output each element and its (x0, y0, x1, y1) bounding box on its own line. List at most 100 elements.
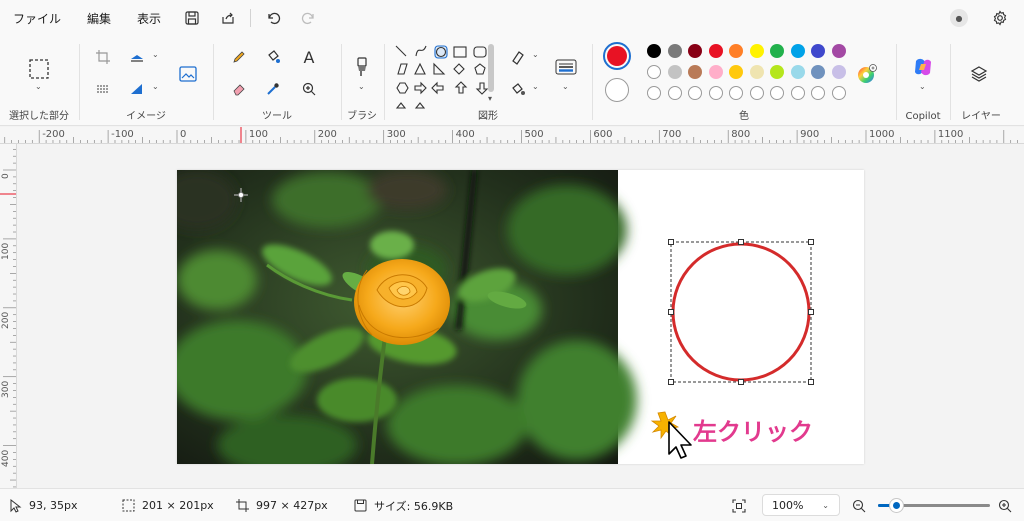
shapes-scrollbar[interactable] (488, 44, 494, 92)
palette-color-swatch[interactable] (647, 44, 661, 58)
fill-bucket-icon[interactable] (262, 46, 284, 68)
color-picker-icon[interactable] (262, 78, 284, 100)
group-layers[interactable]: レイヤー (951, 36, 1011, 126)
custom-color-slot[interactable] (811, 86, 825, 100)
line-size-chevron-down-icon[interactable]: ⌄ (562, 82, 569, 91)
zoom-slider-thumb[interactable] (889, 499, 903, 512)
crop-icon[interactable] (92, 46, 114, 68)
rotate-flip-icon[interactable] (126, 78, 148, 100)
primary-color-button[interactable] (603, 42, 631, 70)
menu-file[interactable]: ファイル (0, 0, 74, 36)
copilot-icon[interactable] (909, 54, 937, 80)
zoom-dropdown[interactable]: 100% ⌄ (762, 494, 840, 516)
layers-icon[interactable] (967, 62, 991, 86)
selection-chevron-down-icon[interactable]: ⌄ (35, 82, 42, 91)
outline-chevron-down-icon[interactable]: ⌄ (532, 50, 539, 59)
custom-color-slot[interactable] (708, 86, 723, 100)
circle-shape[interactable] (671, 242, 811, 382)
brush-chevron-down-icon[interactable]: ⌄ (358, 82, 365, 91)
palette-color-swatch[interactable] (811, 65, 825, 79)
shapes-gallery[interactable] (391, 42, 491, 112)
palette-color-swatch[interactable] (688, 44, 702, 58)
workspace[interactable]: 左クリック (17, 144, 1024, 488)
group-label-shapes: 図形 (478, 111, 498, 122)
selection-box[interactable] (668, 239, 814, 385)
palette-color-swatch[interactable] (708, 65, 723, 79)
zoom-slider[interactable] (878, 499, 990, 512)
fill-chevron-down-icon[interactable]: ⌄ (532, 82, 539, 91)
custom-color-slot[interactable] (831, 86, 846, 100)
magnifier-icon[interactable] (298, 78, 320, 100)
rect-select-icon[interactable] (26, 56, 52, 82)
custom-color-slot[interactable] (770, 86, 784, 100)
share-icon[interactable] (210, 0, 246, 36)
canvas-content[interactable]: 左クリック (177, 170, 864, 464)
redo-icon[interactable] (291, 0, 327, 36)
pencil-icon[interactable] (228, 46, 250, 68)
undo-icon[interactable] (255, 0, 291, 36)
palette-color-swatch[interactable] (811, 44, 825, 58)
zoom-chevron-down-icon: ⌄ (822, 501, 829, 510)
shape-fill-icon[interactable] (507, 78, 529, 100)
selection-size: 201 × 201px (122, 489, 214, 521)
shapes-scroll-down-icon[interactable]: ▾ (488, 94, 492, 103)
palette-color-swatch[interactable] (667, 44, 682, 58)
palette-color-swatch[interactable] (647, 65, 661, 79)
group-label-brushes: ブラシ (347, 111, 377, 122)
palette-color-swatch[interactable] (790, 65, 805, 79)
custom-color-slot[interactable] (688, 86, 702, 100)
edit-colors-icon[interactable] (855, 62, 879, 86)
menu-edit[interactable]: 編集 (74, 0, 124, 36)
fit-to-window-icon[interactable] (732, 489, 746, 521)
palette-color-swatch[interactable] (831, 65, 846, 79)
ruler-label: 1000 (869, 129, 895, 140)
palette-color-swatch[interactable] (667, 65, 682, 79)
custom-color-slot[interactable] (647, 86, 661, 100)
palette-color-swatch[interactable] (749, 44, 764, 58)
settings-gear-icon[interactable] (982, 0, 1018, 36)
rotate-chevron-down-icon[interactable]: ⌄ (152, 82, 159, 91)
custom-color-slot[interactable] (667, 86, 682, 100)
ruler-label: 900 (800, 129, 820, 140)
palette-color-swatch[interactable] (749, 65, 764, 79)
resize-chevron-down-icon[interactable]: ⌄ (152, 50, 159, 59)
secondary-color-button[interactable] (605, 78, 629, 102)
canvas-size-icon (236, 499, 249, 512)
copilot-chevron-down-icon[interactable]: ⌄ (919, 82, 926, 91)
line-size-icon[interactable] (553, 56, 579, 78)
resize-handle (668, 379, 674, 385)
text-tool-icon[interactable]: A (298, 46, 320, 68)
custom-color-slot[interactable] (729, 86, 743, 100)
palette-color-swatch[interactable] (729, 65, 743, 79)
zoom-out-icon[interactable] (852, 489, 866, 521)
palette-color-swatch[interactable] (770, 44, 784, 58)
palette-color-swatch[interactable] (790, 44, 805, 58)
disk-icon (354, 499, 367, 512)
ruler-label: 1100 (937, 129, 964, 140)
palette-color-swatch[interactable] (688, 65, 702, 79)
selection-size-value: 201 × 201px (142, 499, 214, 512)
palette-color-swatch[interactable] (770, 65, 784, 79)
menu-view[interactable]: 表示 (124, 0, 174, 36)
eraser-icon[interactable] (228, 78, 250, 100)
account-avatar-icon[interactable]: ● (950, 9, 968, 27)
palette-color-swatch[interactable] (729, 44, 743, 58)
palette-color-swatch[interactable] (708, 44, 723, 58)
custom-color-slot[interactable] (749, 86, 764, 100)
primary-color-swatch (607, 46, 627, 66)
zoom-in-icon[interactable] (998, 489, 1012, 521)
selection-size-icon (122, 499, 135, 512)
outline-icon[interactable] (507, 46, 529, 68)
drawing-canvas[interactable]: 左クリック (177, 170, 864, 464)
brush-icon[interactable] (350, 54, 374, 80)
zoom-value: 100% (772, 498, 804, 512)
horizontal-ruler: -200 -100 0 100 200 300 400 500 600 700 800 900 1000… (0, 127, 1024, 144)
resize-icon[interactable] (126, 46, 148, 68)
palette-color-swatch[interactable] (831, 44, 846, 58)
save-icon[interactable] (174, 0, 210, 36)
ruler-label: 500 (524, 129, 544, 140)
custom-color-slot[interactable] (790, 86, 805, 100)
remove-background-icon[interactable] (92, 78, 114, 100)
group-label-copilot: Copilot (905, 111, 941, 122)
image-creator-icon[interactable] (176, 62, 200, 86)
